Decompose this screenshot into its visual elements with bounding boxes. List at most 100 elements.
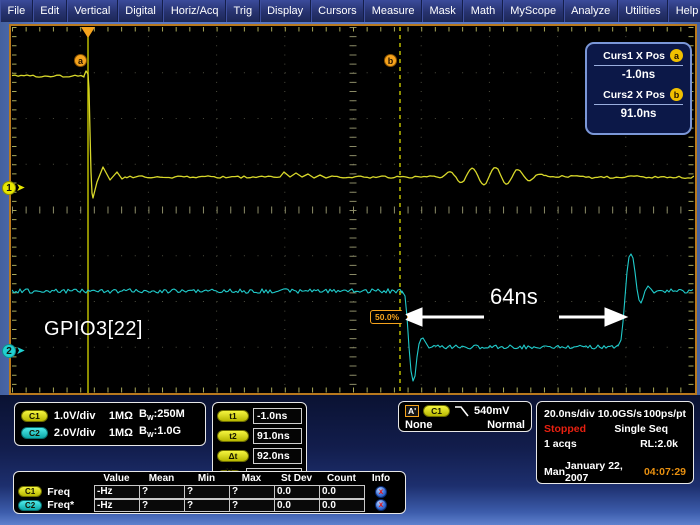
info-close-icon[interactable]: x	[375, 499, 387, 512]
info-cell: x	[364, 485, 398, 499]
curs1-label: Curs1 X Pos	[603, 49, 665, 62]
column-header-mean: Mean	[148, 473, 175, 484]
measurement-cell: 0.0	[274, 485, 320, 499]
column-header-stdev: St Dev	[280, 473, 313, 484]
trigger-man-label: Man	[544, 465, 565, 478]
curs2-badge: b	[670, 88, 683, 101]
menu-item-myscope[interactable]: MyScope	[502, 0, 564, 22]
falling-edge-icon	[455, 406, 469, 417]
timing-row: t1 -1.0ns	[217, 406, 302, 426]
channel2-marker-number: 2	[2, 344, 16, 358]
cursor-readout-box: Curs1 X Pos a -1.0ns Curs2 X Pos b 91.0n…	[585, 42, 692, 135]
measurement-table: Value Mean Min Max St Dev Count Info C1 Freq -Hz?…	[13, 471, 406, 514]
cursor-a-badge[interactable]: a	[74, 54, 87, 67]
curs1-badge: a	[670, 49, 683, 62]
timing-value: 92.0ns	[253, 448, 302, 464]
measurement-cell: -Hz	[94, 498, 140, 512]
edge-percent-tag: 50.0%	[370, 310, 409, 324]
measurement-cell: 0.0	[274, 498, 320, 512]
delta-time-annotation: 64ns	[490, 284, 538, 309]
measurement-channel-pill[interactable]: C2	[18, 499, 43, 511]
trigger-a-badge[interactable]: A'	[405, 404, 420, 417]
menu-item-file[interactable]: File	[0, 0, 33, 22]
curs1-title-row: Curs1 X Pos a	[594, 49, 683, 62]
timing-value: -1.0ns	[253, 408, 302, 424]
channel1-marker-number: 1	[2, 181, 16, 195]
curs2-title-row: Curs2 X Pos b	[594, 88, 683, 101]
channel-pill-c1[interactable]: C1	[21, 409, 48, 422]
sample-resolution: 100ps/pt	[643, 407, 686, 420]
menu-item-help[interactable]: Help	[668, 0, 700, 22]
column-header-info: Info	[371, 473, 391, 484]
menu-item-horizacq[interactable]: Horiz/Acq	[163, 0, 227, 22]
measurement-cell: ?	[184, 498, 230, 512]
timing-pill-t1[interactable]: t1	[217, 410, 249, 422]
column-header-max: Max	[241, 473, 262, 484]
scope-display-area: 1 ➤ 2 ➤ a b GPIO3[22] 50.0% 64ns Curs1 X…	[0, 22, 700, 395]
menu-item-math[interactable]: Math	[463, 0, 503, 22]
trigger-level: 540mV	[474, 404, 510, 417]
menu-item-mask[interactable]: Mask	[421, 0, 464, 22]
measurement-name: Freq*	[47, 499, 75, 512]
channel1-reference-marker[interactable]: 1 ➤	[2, 181, 25, 195]
measurement-row-label: C1 Freq	[18, 485, 94, 499]
sample-rate: 10.0GS/s	[597, 407, 643, 420]
menu-item-analyze[interactable]: Analyze	[563, 0, 618, 22]
channel-impedance: 1MΩ	[108, 409, 133, 422]
delta-arrow	[398, 307, 629, 327]
horizontal-readout-panel: 20.0ns/div 10.0GS/s 100ps/pt Stopped Sin…	[536, 401, 694, 484]
trigger-mode-right: Normal	[487, 419, 525, 431]
curs1-value: -1.0ns	[621, 69, 656, 81]
channel-scale: 2.0V/div	[53, 426, 96, 439]
cursor-b-badge[interactable]: b	[384, 54, 397, 67]
channel-readout-row: C1 1.0V/div 1MΩ BW:250M	[21, 407, 197, 424]
measurement-cell: -Hz	[94, 485, 140, 499]
info-cell: x	[364, 499, 398, 513]
readout-bar: C1 1.0V/div 1MΩ BW:250M C2 2.0V/div 1MΩ BW:1.0G…	[0, 395, 700, 525]
measurement-row-label: C2 Freq*	[18, 499, 94, 513]
channel-pill-c2[interactable]: C2	[21, 426, 48, 439]
measurement-cell: ?	[139, 485, 185, 499]
time-label: 04:07:29	[643, 465, 686, 478]
curs2-label: Curs2 X Pos	[603, 88, 665, 101]
column-header-value: Value	[103, 473, 130, 484]
divider	[594, 65, 683, 66]
menu-item-utilities[interactable]: Utilities	[617, 0, 669, 22]
acquisition-count: 1 acqs	[544, 437, 577, 450]
trigger-mode-left: None	[405, 419, 433, 431]
menu-item-digital[interactable]: Digital	[117, 0, 164, 22]
acquisition-state: Stopped	[544, 422, 586, 435]
measurement-cell: ?	[139, 498, 185, 512]
measurement-channel-pill[interactable]: C1	[18, 486, 43, 498]
timing-pill-t[interactable]: Δt	[217, 450, 249, 462]
trigger-position-icon[interactable]	[81, 27, 95, 38]
timing-row: t2 91.0ns	[217, 426, 302, 446]
signal-name-label: GPIO3[22]	[44, 318, 143, 340]
divider	[594, 104, 683, 105]
timing-pill-t2[interactable]: t2	[217, 430, 249, 442]
menu-item-cursors[interactable]: Cursors	[310, 0, 365, 22]
measurement-cell: ?	[184, 485, 230, 499]
table-corner	[18, 473, 94, 485]
menu-item-measure[interactable]: Measure	[364, 0, 422, 22]
menu-item-edit[interactable]: Edit	[32, 0, 67, 22]
menu-item-display[interactable]: Display	[259, 0, 311, 22]
channel-bandwidth: BW:1.0G	[139, 425, 182, 440]
trigger-source-pill[interactable]: C1	[423, 404, 451, 417]
menu-item-trig[interactable]: Trig	[226, 0, 260, 22]
measurement-cell: ?	[229, 485, 275, 499]
timing-row: Δt 92.0ns	[217, 446, 302, 466]
date-label: January 22, 2007	[565, 459, 623, 484]
channel2-reference-marker[interactable]: 2 ➤	[2, 344, 25, 358]
channel1-marker-arrow-icon: ➤	[16, 182, 26, 194]
measurement-cell: 0.0	[319, 485, 365, 499]
column-header-count: Count	[327, 473, 356, 484]
info-close-icon[interactable]: x	[375, 485, 387, 498]
channel-bandwidth: BW:250M	[139, 408, 185, 423]
channel-impedance: 1MΩ	[108, 426, 133, 439]
column-header-min: Min	[197, 473, 216, 484]
channel-readout-row: C2 2.0V/div 1MΩ BW:1.0G	[21, 424, 197, 441]
measurement-cell: 0.0	[319, 498, 365, 512]
trigger-readout-panel: A' C1 540mV None Normal	[398, 401, 532, 432]
menu-item-vertical[interactable]: Vertical	[66, 0, 118, 22]
